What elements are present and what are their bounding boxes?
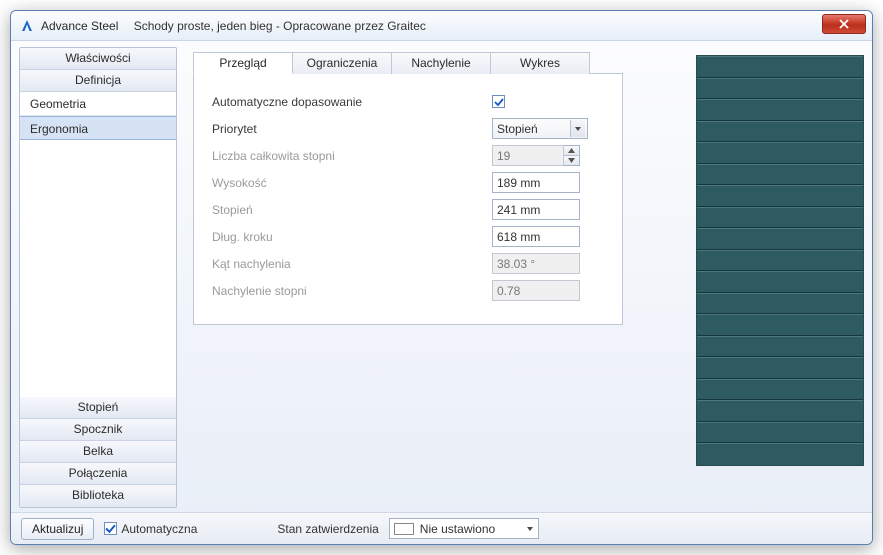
tread	[697, 185, 863, 207]
select-priority-value: Stopień	[497, 122, 538, 136]
tab-wykres[interactable]: Wykres	[490, 52, 590, 74]
dialog-window: Advance Steel Schody proste, jeden bieg …	[10, 10, 873, 545]
stairs-preview	[696, 55, 864, 466]
tread	[697, 357, 863, 379]
label-steps-total: Liczba całkowita stopni	[212, 149, 412, 163]
sidebar-top-wlasciwosci[interactable]: Właściwości	[20, 48, 176, 70]
chevron-down-icon	[526, 525, 534, 533]
sidebar-item-geometria[interactable]: Geometria	[20, 92, 176, 116]
label-height: Wysokość	[212, 176, 412, 190]
tread	[697, 422, 863, 444]
sidebar-bottom-spocznik[interactable]: Spocznik	[20, 419, 176, 441]
spinner-steps[interactable]	[492, 145, 580, 166]
label-auto-update: Automatyczna	[121, 522, 197, 536]
main-area: Przegląd Ograniczenia Nachylenie Wykres …	[185, 47, 864, 508]
tread	[697, 271, 863, 293]
app-name: Advance Steel	[41, 19, 118, 33]
spinner-up[interactable]	[564, 146, 579, 156]
tabs: Przegląd Ograniczenia Nachylenie Wykres	[193, 51, 686, 73]
label-status: Stan zatwierdzenia	[277, 522, 378, 536]
tab-ograniczenia[interactable]: Ograniczenia	[292, 52, 392, 74]
select-status[interactable]: Nie ustawiono	[389, 518, 539, 539]
check-icon	[105, 523, 116, 534]
sidebar-spacer	[20, 140, 176, 397]
dialog-body: Właściwości Definicja Geometria Ergonomi…	[11, 41, 872, 512]
status-swatch	[394, 523, 414, 535]
tab-nachylenie[interactable]: Nachylenie	[391, 52, 491, 74]
update-button[interactable]: Aktualizuj	[21, 518, 94, 540]
tab-panel: Automatyczne dopasowanie Priorytet Stopi…	[193, 73, 623, 325]
status-value: Nie ustawiono	[420, 522, 495, 536]
input-slope	[492, 280, 580, 301]
sidebar-bottom-polaczenia[interactable]: Połączenia	[20, 463, 176, 485]
tread	[697, 228, 863, 250]
sidebar-top-definicja[interactable]: Definicja	[20, 70, 176, 92]
tread	[697, 250, 863, 272]
tread	[697, 314, 863, 336]
tread	[697, 164, 863, 186]
tread	[697, 400, 863, 422]
input-tread[interactable]	[492, 199, 580, 220]
select-priority[interactable]: Stopień	[492, 118, 588, 139]
preview-pane	[696, 47, 864, 508]
titlebar: Advance Steel Schody proste, jeden bieg …	[11, 11, 872, 41]
doc-name: Schody proste, jeden bieg - Opracowane p…	[134, 19, 426, 33]
tread	[697, 78, 863, 100]
tread	[697, 99, 863, 121]
tread	[697, 336, 863, 358]
input-stride[interactable]	[492, 226, 580, 247]
input-height[interactable]	[492, 172, 580, 193]
checkbox-auto-update[interactable]: Automatyczna	[104, 522, 197, 536]
sidebar-bottom-stopien[interactable]: Stopień	[20, 397, 176, 419]
tread	[697, 207, 863, 229]
label-angle: Kąt nachylenia	[212, 257, 412, 271]
label-slope: Nachylenie stopni	[212, 284, 412, 298]
checkbox-auto-fit[interactable]	[492, 95, 505, 108]
sidebar-item-ergonomia[interactable]: Ergonomia	[20, 116, 176, 140]
form-area: Przegląd Ograniczenia Nachylenie Wykres …	[185, 47, 686, 508]
chevron-down-icon	[570, 120, 585, 137]
footer: Aktualizuj Automatyczna Stan zatwierdzen…	[11, 512, 872, 544]
close-button[interactable]	[822, 14, 866, 34]
tread	[697, 56, 863, 78]
app-icon	[19, 18, 35, 34]
close-icon	[839, 19, 849, 29]
label-auto-fit: Automatyczne dopasowanie	[212, 95, 412, 109]
sidebar-bottom-belka[interactable]: Belka	[20, 441, 176, 463]
window-title: Advance Steel Schody proste, jeden bieg …	[41, 19, 426, 33]
label-tread: Stopień	[212, 203, 412, 217]
tab-przeglad[interactable]: Przegląd	[193, 52, 293, 74]
input-steps-total[interactable]	[492, 145, 564, 166]
label-stride: Dług. kroku	[212, 230, 412, 244]
sidebar-bottom-biblioteka[interactable]: Biblioteka	[20, 485, 176, 507]
sidebar: Właściwości Definicja Geometria Ergonomi…	[19, 47, 177, 508]
tread	[697, 379, 863, 401]
check-icon	[494, 97, 504, 107]
label-priority: Priorytet	[212, 122, 412, 136]
spinner-down[interactable]	[564, 156, 579, 165]
tread	[697, 142, 863, 164]
tread	[697, 293, 863, 315]
tread	[697, 121, 863, 143]
tread	[697, 443, 863, 465]
input-angle	[492, 253, 580, 274]
